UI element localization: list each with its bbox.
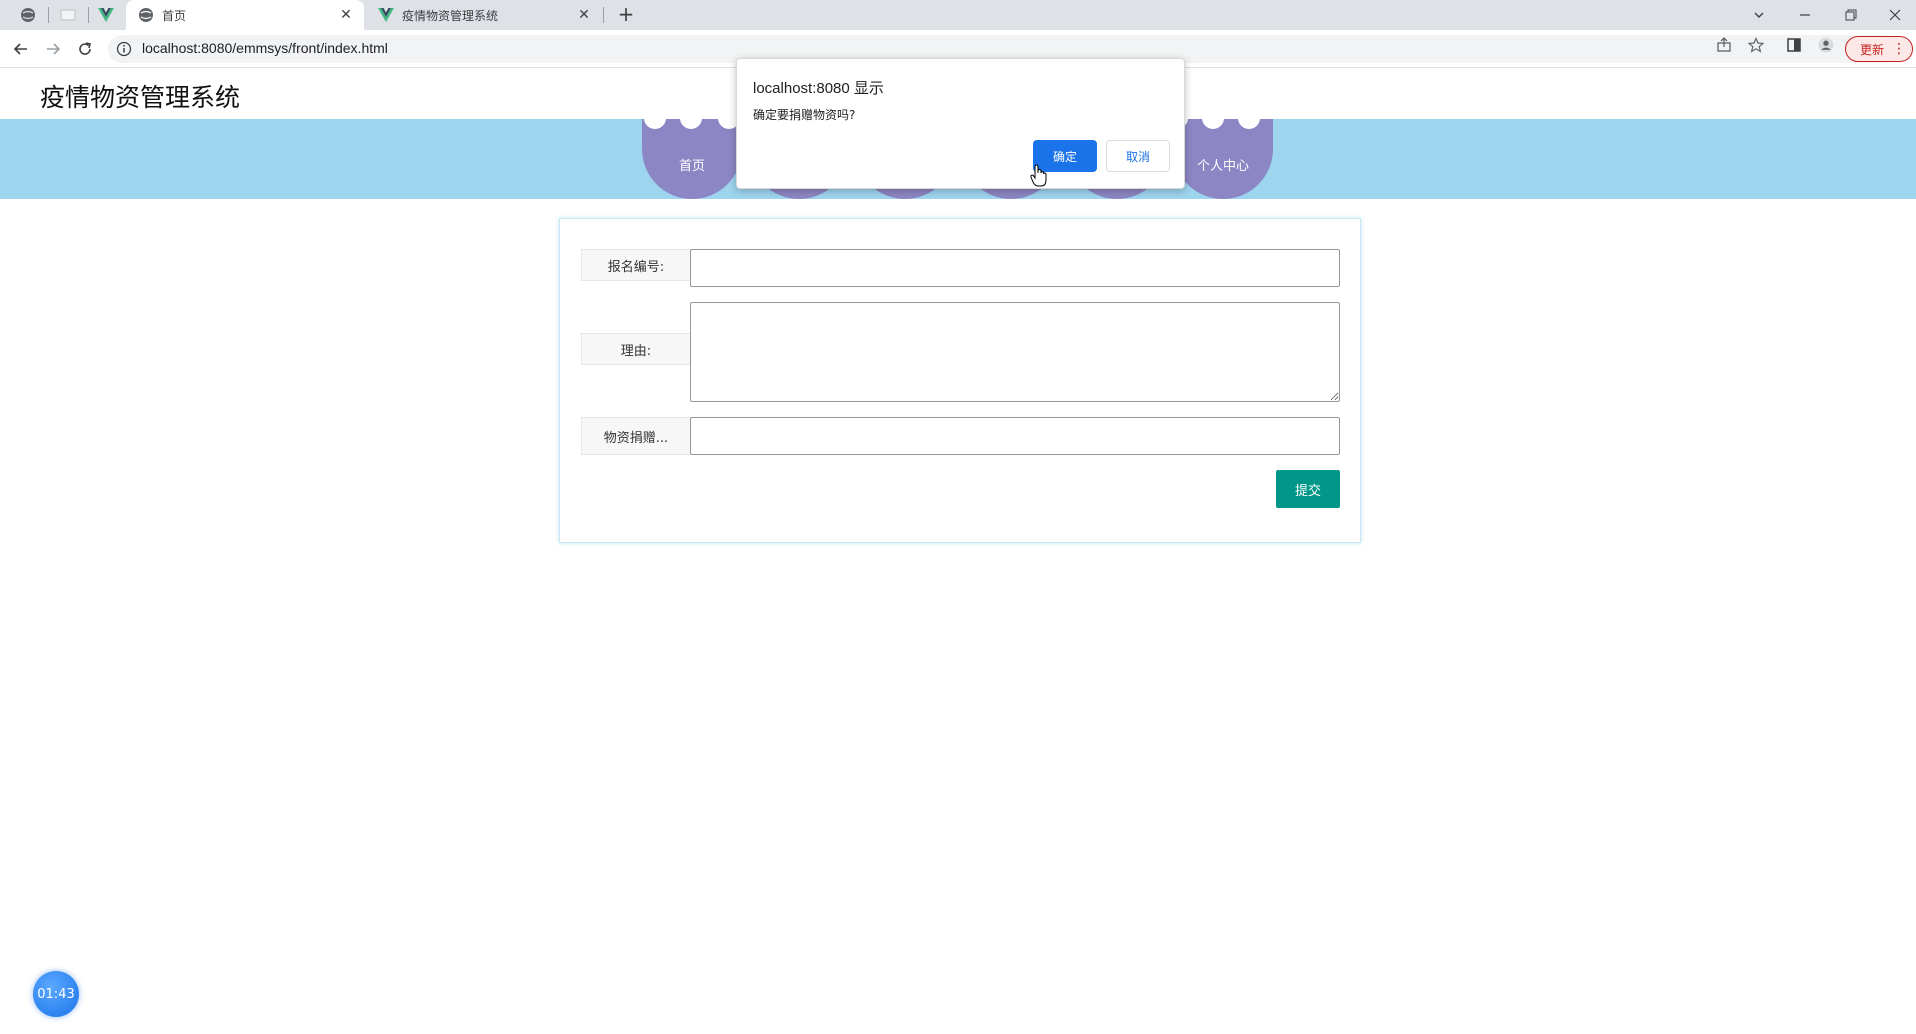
browser-update-button[interactable]: 更新 ⋮ xyxy=(1845,36,1913,62)
new-tab-button[interactable]: + xyxy=(614,3,638,27)
pinned-tab-vue[interactable] xyxy=(92,0,120,30)
nav-item-personal-center[interactable]: 个人中心 xyxy=(1173,119,1273,199)
field-label-donation: 物资捐赠... xyxy=(581,417,691,455)
field-label-registration-no: 报名编号: xyxy=(581,249,691,281)
browser-tab-strip: 首页 ✕ 疫情物资管理系统 ✕ + xyxy=(0,0,1916,30)
pinned-tab-blank[interactable] xyxy=(54,0,82,30)
submit-button[interactable]: 提交 xyxy=(1276,470,1340,508)
back-arrow-icon[interactable] xyxy=(9,37,33,61)
tab-system[interactable]: 疫情物资管理系统 ✕ xyxy=(366,0,602,30)
profile-avatar-icon[interactable] xyxy=(1818,37,1834,53)
forward-arrow-icon[interactable] xyxy=(41,37,65,61)
address-url: localhost:8080/emmsys/front/index.html xyxy=(142,40,388,56)
registration-no-input[interactable] xyxy=(690,249,1340,287)
tab-separator xyxy=(603,7,604,23)
donation-input[interactable] xyxy=(690,417,1340,455)
dialog-message: 确定要捐赠物资吗? xyxy=(753,108,856,122)
site-title: 疫情物资管理系统 xyxy=(40,83,241,112)
tab-separator xyxy=(48,7,49,23)
tab-search-chevron-icon[interactable] xyxy=(1736,0,1782,30)
more-menu-icon: ⋮ xyxy=(1892,41,1906,57)
recording-timer[interactable]: 01:43 xyxy=(33,971,79,1017)
close-window-icon[interactable] xyxy=(1874,0,1916,30)
nav-item-label: 个人中心 xyxy=(1196,159,1249,174)
tab-close-icon[interactable]: ✕ xyxy=(338,7,354,23)
hand-cursor-icon xyxy=(1030,164,1047,187)
reason-textarea[interactable] xyxy=(690,302,1340,402)
reload-icon[interactable] xyxy=(73,37,97,61)
tab-separator xyxy=(88,7,89,23)
confirm-dialog: localhost:8080 显示 确定要捐赠物资吗? 确定 取消 xyxy=(736,58,1185,189)
globe-icon xyxy=(21,8,35,22)
dialog-title: localhost:8080 显示 xyxy=(753,80,884,97)
side-panel-icon[interactable] xyxy=(1786,37,1802,53)
restore-icon[interactable] xyxy=(1828,0,1874,30)
nav-item-home[interactable]: 首页 xyxy=(642,119,742,199)
tab-title: 疫情物资管理系统 xyxy=(402,8,499,23)
tab-home[interactable]: 首页 ✕ xyxy=(126,0,364,30)
dialog-cancel-button[interactable]: 取消 xyxy=(1106,140,1170,172)
pinned-tab-globe[interactable] xyxy=(14,0,42,30)
vue-logo-icon xyxy=(98,8,114,22)
bookmark-star-icon[interactable] xyxy=(1748,37,1764,53)
minimize-icon[interactable] xyxy=(1782,0,1828,30)
nav-item-label: 首页 xyxy=(678,159,705,174)
site-info-icon[interactable] xyxy=(116,41,132,57)
tab-title: 首页 xyxy=(162,8,187,23)
globe-icon xyxy=(139,8,153,22)
share-icon[interactable] xyxy=(1716,37,1732,53)
donation-form: 报名编号: 理由: 物资捐赠... 提交 xyxy=(559,218,1361,543)
field-label-reason: 理由: xyxy=(581,333,691,365)
tab-close-icon[interactable]: ✕ xyxy=(576,7,592,23)
blank-page-icon xyxy=(60,9,76,21)
vue-logo-icon xyxy=(378,8,394,22)
update-label: 更新 xyxy=(1860,42,1885,57)
